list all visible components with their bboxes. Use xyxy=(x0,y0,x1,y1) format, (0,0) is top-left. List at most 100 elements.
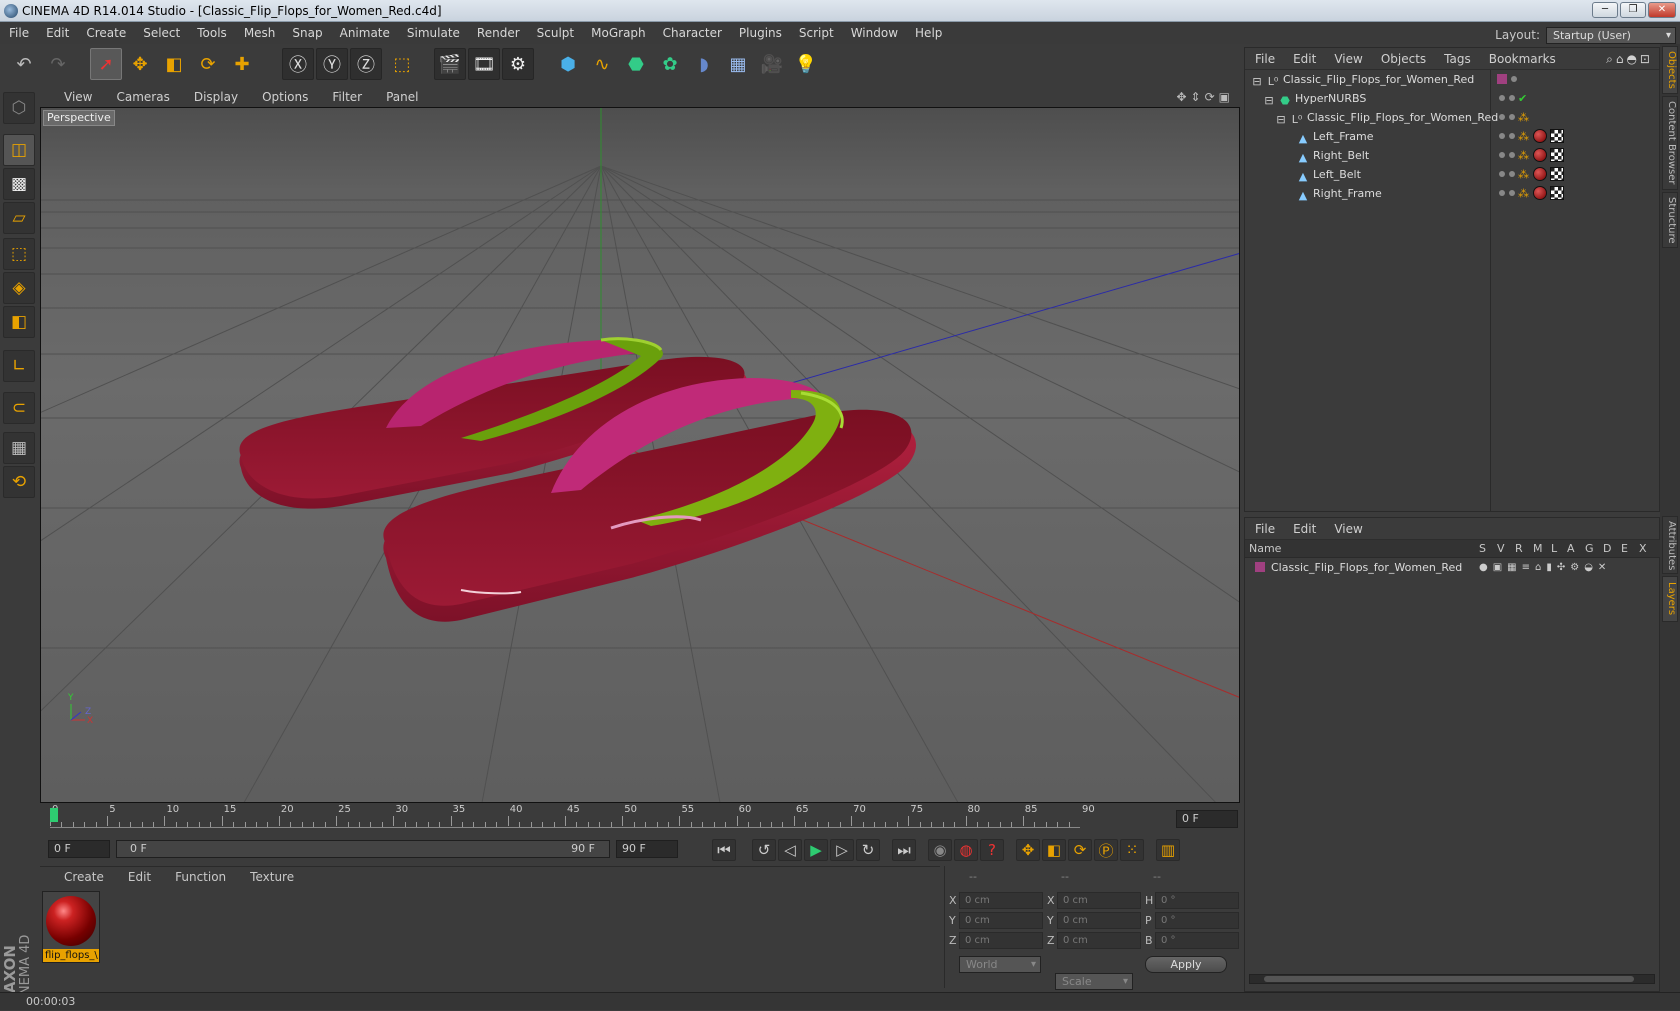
light-object-icon[interactable]: 💡 xyxy=(790,48,822,80)
material-menu-create[interactable]: Create xyxy=(64,870,104,884)
snap-magnet-icon[interactable]: ⊂ xyxy=(3,392,35,424)
next-frame-icon[interactable]: ▷ xyxy=(830,839,854,861)
viewport-nav-icons[interactable]: ✥⇕⟳▣ xyxy=(1176,87,1234,107)
side-tab-layers[interactable]: Layers xyxy=(1662,576,1678,622)
key-parameter-icon[interactable]: Ⓟ xyxy=(1094,839,1118,861)
close-window-button[interactable]: ✕ xyxy=(1648,2,1676,18)
layer-horizontal-scrollbar[interactable] xyxy=(1249,974,1655,984)
menu-help[interactable]: Help xyxy=(906,22,950,44)
y-axis-lock-icon[interactable]: Ⓨ xyxy=(316,48,348,80)
viewport-menu-cameras[interactable]: Cameras xyxy=(116,90,169,104)
viewport-menu-view[interactable]: View xyxy=(64,90,92,104)
layer-menu-file[interactable]: File xyxy=(1255,522,1275,536)
menu-create[interactable]: Create xyxy=(77,22,134,44)
scrollbar-thumb[interactable] xyxy=(1264,976,1634,982)
z-axis-lock-icon[interactable]: Ⓩ xyxy=(350,48,382,80)
key-position-icon[interactable]: ✥ xyxy=(1016,839,1040,861)
menu-snap[interactable]: Snap xyxy=(283,22,330,44)
side-tab-content-browser[interactable]: Content Browser xyxy=(1662,96,1678,190)
layer-col-locked[interactable]: L xyxy=(1551,540,1557,558)
layer-col-expressions[interactable]: E xyxy=(1621,540,1628,558)
tree-row-hypernurbs[interactable]: ⊟ ⬣ HyperNURBS xyxy=(1263,89,1366,109)
coordinate-space-dropdown[interactable]: World xyxy=(959,956,1041,973)
phong-tag-icon[interactable]: ⁂ xyxy=(1518,130,1529,143)
menu-plugins[interactable]: Plugins xyxy=(730,22,790,44)
layer-flag-icons[interactable]: ●▣▦≡⌂▮✣⚙◒✕ xyxy=(1479,558,1611,578)
layer-row[interactable]: Classic_Flip_Flops_for_Women_Red ●▣▦≡⌂▮✣… xyxy=(1255,558,1655,578)
start-frame-field[interactable]: 0 F xyxy=(48,840,110,858)
coordinate-system-icon[interactable]: ⬚ xyxy=(386,48,418,80)
phong-tag-icon[interactable]: ⁂ xyxy=(1518,168,1529,181)
keyframe-selection-icon[interactable]: ? xyxy=(980,839,1004,861)
layer-menu-view[interactable]: View xyxy=(1334,522,1362,536)
object-menu-edit[interactable]: Edit xyxy=(1293,52,1316,66)
camera-object-icon[interactable]: 🎥 xyxy=(756,48,788,80)
menu-render[interactable]: Render xyxy=(468,22,528,44)
menu-simulate[interactable]: Simulate xyxy=(398,22,468,44)
menu-window[interactable]: Window xyxy=(842,22,906,44)
visibility-dots[interactable]: ⁂ xyxy=(1499,146,1564,166)
go-to-end-icon[interactable]: ⏭ xyxy=(892,839,916,861)
timeline-ruler[interactable]: 051015202530354045505560657075808590 0 F xyxy=(40,804,1240,834)
pos-y-field[interactable]: 0 cm xyxy=(959,912,1043,929)
phong-tag-icon[interactable]: ⁂ xyxy=(1518,187,1529,200)
layer-col-generators[interactable]: G xyxy=(1585,540,1594,558)
pos-z-field[interactable]: 0 cm xyxy=(959,932,1043,949)
array-generator-icon[interactable]: ✿ xyxy=(654,48,686,80)
layer-col-view[interactable]: V xyxy=(1497,540,1505,558)
layer-col-animation[interactable]: A xyxy=(1567,540,1575,558)
rotate-tool-icon[interactable]: ⟳ xyxy=(192,48,224,80)
current-frame-field[interactable]: 0 F xyxy=(1176,810,1238,828)
viewport-menu-panel[interactable]: Panel xyxy=(386,90,418,104)
layer-col-deformers[interactable]: D xyxy=(1603,540,1611,558)
viewport-menu-options[interactable]: Options xyxy=(262,90,308,104)
size-y-field[interactable]: 0 cm xyxy=(1057,912,1141,929)
render-view-icon[interactable]: 🎬 xyxy=(434,48,466,80)
phong-tag-icon[interactable]: ⁂ xyxy=(1518,111,1529,124)
menu-character[interactable]: Character xyxy=(654,22,730,44)
add-tool-icon[interactable]: ✚ xyxy=(226,48,258,80)
visibility-dots[interactable]: ⁂ xyxy=(1499,127,1564,147)
layer-color-icon[interactable] xyxy=(1255,562,1265,572)
layer-col-solo[interactable]: S xyxy=(1479,540,1486,558)
frame-range-slider[interactable]: 0 F 90 F xyxy=(116,840,610,858)
menu-script[interactable]: Script xyxy=(790,22,842,44)
material-swatch[interactable]: flip_flops_\ xyxy=(42,891,100,963)
model-mode-icon[interactable]: ◫ xyxy=(3,134,35,166)
texture-mode-icon[interactable]: ▩ xyxy=(3,168,35,200)
key-scale-icon[interactable]: ◧ xyxy=(1042,839,1066,861)
rot-b-field[interactable]: 0 ° xyxy=(1155,932,1239,949)
edges-mode-icon[interactable]: ◈ xyxy=(3,272,35,304)
minimize-button[interactable]: ─ xyxy=(1592,2,1618,18)
x-axis-lock-icon[interactable]: Ⓧ xyxy=(282,48,314,80)
locked-workplane-icon[interactable]: ⟲ xyxy=(3,466,35,498)
menu-mesh[interactable]: Mesh xyxy=(235,22,284,44)
layer-menu-edit[interactable]: Edit xyxy=(1293,522,1316,536)
tree-row-left-frame[interactable]: ▲ Left_Frame xyxy=(1297,127,1374,147)
render-picture-viewer-icon[interactable]: 🎞 xyxy=(468,48,500,80)
previous-key-icon[interactable]: ↺ xyxy=(752,839,776,861)
polygons-mode-icon[interactable]: ◧ xyxy=(3,306,35,338)
play-forward-icon[interactable]: ▶ xyxy=(804,839,828,861)
go-to-start-icon[interactable]: ⏮ xyxy=(712,839,736,861)
timeline-window-icon[interactable]: ▥ xyxy=(1156,839,1180,861)
object-search-icons[interactable]: ⌕⌂◓⊡ xyxy=(1606,48,1653,70)
object-menu-view[interactable]: View xyxy=(1334,52,1362,66)
move-tool-icon[interactable]: ✥ xyxy=(124,48,156,80)
tree-row-root[interactable]: ⊟ L⁰ Classic_Flip_Flops_for_Women_Red xyxy=(1251,70,1474,90)
object-menu-tags[interactable]: Tags xyxy=(1444,52,1471,66)
layer-color-swatch[interactable] xyxy=(1497,70,1517,90)
phong-tag-icon[interactable]: ⁂ xyxy=(1518,149,1529,162)
menu-tools[interactable]: Tools xyxy=(188,22,235,44)
layout-dropdown[interactable]: Startup (User) xyxy=(1546,26,1676,44)
uvw-tag-icon[interactable] xyxy=(1550,186,1564,200)
record-keys-icon[interactable]: ◉ xyxy=(928,839,952,861)
uvw-tag-icon[interactable] xyxy=(1550,129,1564,143)
side-tab-attributes[interactable]: Attributes xyxy=(1662,516,1678,574)
uvw-tag-icon[interactable] xyxy=(1550,167,1564,181)
layer-col-render[interactable]: R xyxy=(1515,540,1523,558)
auto-keying-icon[interactable]: ◍ xyxy=(954,839,978,861)
visibility-dots[interactable]: ⁂ xyxy=(1499,165,1564,185)
pos-x-field[interactable]: 0 cm xyxy=(959,892,1043,909)
deformer-icon[interactable]: ◗ xyxy=(688,48,720,80)
